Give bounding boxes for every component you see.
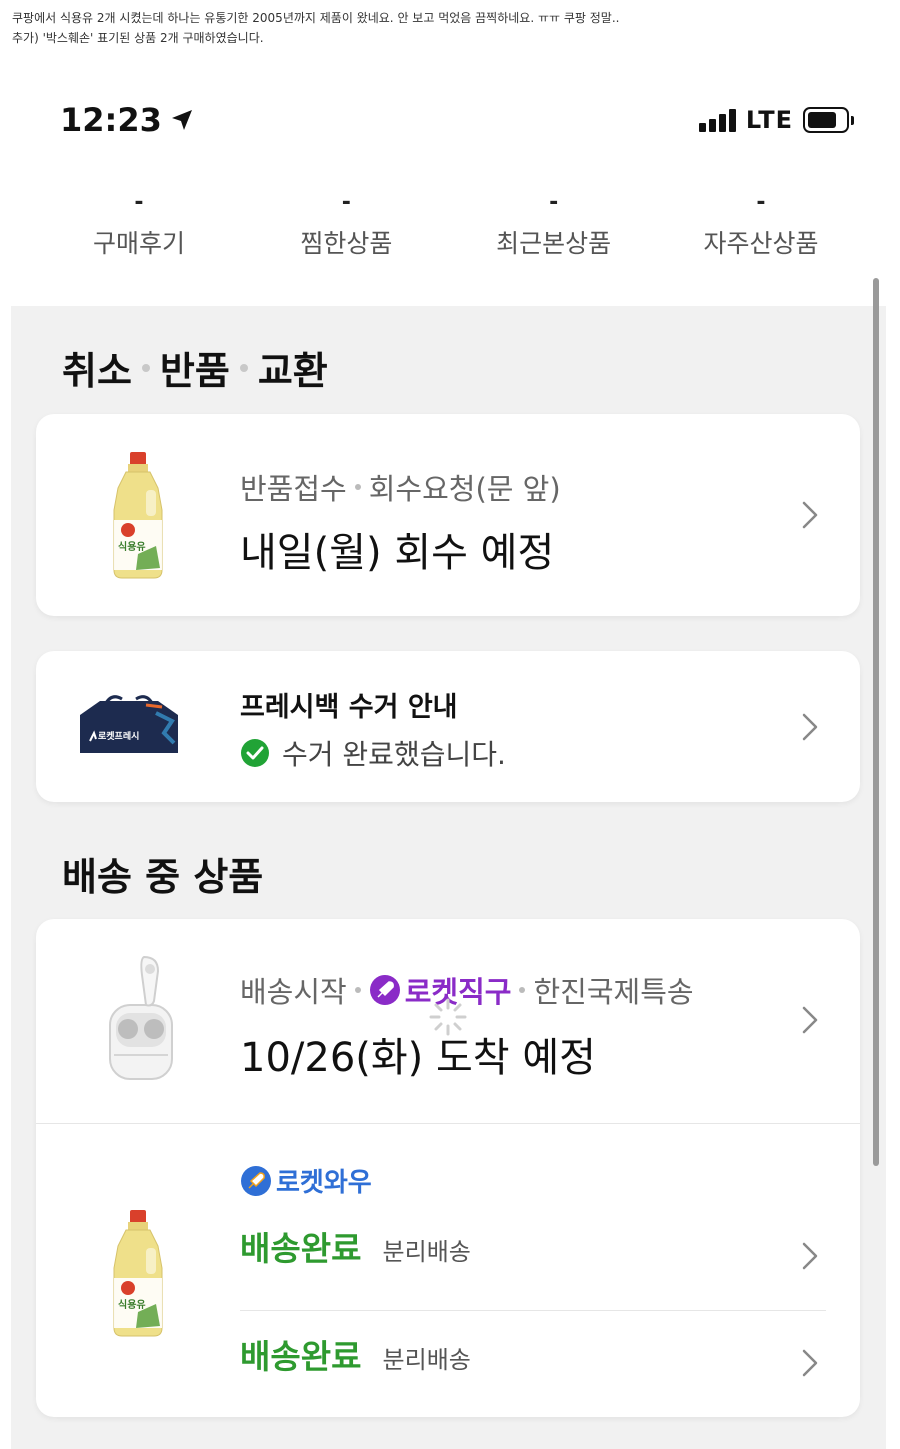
separator-dot bbox=[354, 484, 361, 490]
stat-value: - bbox=[756, 190, 766, 215]
cooking-oil-bottle-icon: 식용유 bbox=[113, 452, 163, 579]
jikgu-shipment-row[interactable]: 배송시작 로켓직구 한진국제특송 10/26(화) 도착 예정 bbox=[36, 919, 860, 1123]
rocket-wow-icon bbox=[241, 1165, 271, 1196]
shipping-card: 배송시작 로켓직구 한진국제특송 10/26(화) 도착 예정 식용유 로켓와우… bbox=[36, 919, 860, 1417]
bag-brand-text: 로켓프레시 bbox=[98, 730, 139, 742]
caption-line-2: 추가) '박스훼손' 표기된 상품 2개 구매하였습니다. bbox=[12, 31, 264, 45]
stat-wishlist[interactable]: - 찜한상품 bbox=[243, 190, 449, 260]
scrollbar[interactable] bbox=[873, 278, 879, 1166]
wow-shipment-group: 식용유 로켓와우 배송완료 분리배송 배송완료 분리배송 bbox=[36, 1124, 860, 1417]
title-exchange: 교환 bbox=[257, 349, 328, 393]
fresh-bag-icon: 로켓프레시 bbox=[80, 695, 178, 753]
status-bar: 12:23 LTE bbox=[60, 96, 854, 144]
delivery-status: 배송완료 bbox=[240, 1337, 362, 1376]
separator-dot bbox=[141, 363, 150, 372]
title-return: 반품 bbox=[159, 349, 230, 393]
eta: 10/26(화) 도착 예정 bbox=[240, 1035, 596, 1081]
fresh-bag-status: 수거 완료했습니다. bbox=[282, 738, 506, 771]
stat-frequently-bought[interactable]: - 자주산상품 bbox=[658, 190, 864, 260]
battery-icon bbox=[803, 107, 854, 133]
rocket-jikgu-icon bbox=[369, 975, 400, 1005]
return-status: 반품접수 bbox=[240, 472, 347, 506]
network-type: LTE bbox=[745, 106, 793, 134]
carrier-name: 한진국제특송 bbox=[533, 975, 694, 1009]
bottle-label-text: 식용유 bbox=[118, 1298, 146, 1311]
delivery-note: 분리배송 bbox=[382, 1346, 471, 1374]
delivered-item-row[interactable]: 배송완료 분리배송 bbox=[240, 1330, 860, 1410]
chevron-right-icon bbox=[802, 1349, 818, 1377]
shipping-section-title: 배송 중 상품 bbox=[62, 855, 264, 899]
clock: 12:23 bbox=[60, 101, 194, 139]
fresh-bag-title: 프레시백 수거 안내 bbox=[240, 692, 458, 723]
returns-section-title: 취소 반품 교환 bbox=[62, 340, 328, 395]
chevron-right-icon bbox=[802, 1006, 818, 1034]
separator-dot bbox=[354, 987, 361, 993]
fresh-bag-card[interactable]: 로켓프레시 프레시백 수거 안내 수거 완료했습니다. bbox=[36, 651, 860, 802]
cooking-oil-bottle-icon: 식용유 bbox=[113, 1210, 163, 1337]
chevron-right-icon bbox=[802, 1242, 818, 1270]
stat-label: 찜한상품 bbox=[300, 229, 393, 258]
separator-dot bbox=[239, 363, 248, 372]
earbuds-product-icon bbox=[109, 955, 173, 1080]
clock-time: 12:23 bbox=[60, 101, 162, 139]
activity-stats: - 구매후기 - 찜한상품 - 최근본상품 - 자주산상품 bbox=[36, 190, 864, 260]
post-caption: 쿠팡에서 식용유 2개 시켰는데 하나는 유통기한 2005년까지 제품이 왔네… bbox=[12, 8, 619, 48]
chevron-right-icon bbox=[802, 501, 818, 529]
separator-dot bbox=[519, 987, 526, 993]
delivery-note: 분리배송 bbox=[382, 1238, 471, 1266]
stat-recently-viewed[interactable]: - 최근본상품 bbox=[451, 190, 657, 260]
check-circle-icon bbox=[241, 739, 269, 767]
delivered-item-row[interactable]: 배송완료 분리배송 bbox=[240, 1222, 860, 1312]
return-method: 회수요청(문 앞) bbox=[368, 472, 561, 506]
location-arrow-icon bbox=[171, 110, 192, 130]
stat-reviews[interactable]: - 구매후기 bbox=[36, 190, 242, 260]
caption-line-1: 쿠팡에서 식용유 2개 시켰는데 하나는 유통기한 2005년까지 제품이 왔네… bbox=[12, 11, 620, 25]
stat-label: 최근본상품 bbox=[496, 229, 612, 258]
delivery-status: 배송완료 bbox=[240, 1229, 362, 1268]
svg-text:식용유: 식용유 bbox=[118, 540, 146, 553]
stat-value: - bbox=[134, 190, 144, 215]
rocket-wow-badge: 로켓와우 bbox=[240, 1162, 372, 1199]
shipment-status: 배송시작 bbox=[240, 975, 347, 1009]
chevron-right-icon bbox=[802, 713, 818, 741]
stat-value: - bbox=[341, 190, 351, 215]
stat-label: 자주산상품 bbox=[703, 229, 819, 258]
stat-value: - bbox=[549, 190, 559, 215]
signal-strength-icon bbox=[698, 108, 736, 132]
stat-label: 구매후기 bbox=[92, 229, 185, 258]
rocket-wow-text: 로켓와우 bbox=[276, 1168, 372, 1198]
pickup-schedule: 내일(월) 회수 예정 bbox=[240, 530, 555, 576]
return-pickup-card[interactable]: 식용유 반품접수 회수요청(문 앞) 내일(월) 회수 예정 bbox=[36, 414, 860, 616]
divider bbox=[240, 1310, 826, 1311]
title-cancel: 취소 bbox=[62, 349, 132, 393]
loading-spinner-icon bbox=[429, 998, 467, 1036]
